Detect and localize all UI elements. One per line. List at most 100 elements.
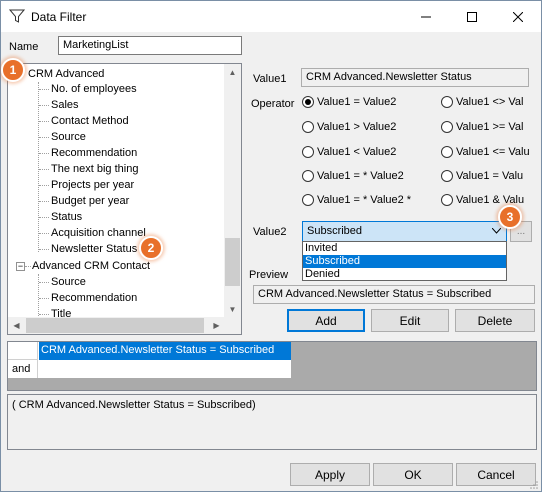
operator-ne-radio[interactable]: Value1 <> Val bbox=[441, 96, 539, 108]
operator-contains-radio[interactable]: Value1 = * Value2 * bbox=[302, 194, 411, 206]
operator-label: Operator bbox=[251, 98, 295, 110]
tree-branch bbox=[39, 298, 49, 299]
radio-icon bbox=[302, 146, 314, 158]
close-icon bbox=[513, 11, 523, 22]
apply-button[interactable]: Apply bbox=[290, 463, 370, 486]
tree-item[interactable]: Budget per year bbox=[51, 193, 129, 209]
collapse-icon[interactable]: − bbox=[16, 262, 25, 271]
window-title: Data Filter bbox=[31, 10, 87, 24]
operator-lt-radio[interactable]: Value1 < Value2 bbox=[302, 146, 396, 158]
tree-branch bbox=[39, 185, 49, 186]
tree-item[interactable]: The next big thing bbox=[51, 161, 138, 177]
filter-row-empty[interactable] bbox=[39, 360, 291, 378]
scrollbar-thumb[interactable] bbox=[26, 318, 204, 333]
scroll-up-icon[interactable]: ▲ bbox=[224, 64, 241, 81]
tree-node-label: CRM Advanced bbox=[28, 68, 105, 80]
scroll-left-icon[interactable]: ◀ bbox=[8, 317, 25, 334]
operator-le-radio[interactable]: Value1 <= Valu bbox=[441, 146, 539, 158]
tree-item[interactable]: Acquisition channel bbox=[51, 225, 146, 241]
resize-grip-icon[interactable] bbox=[529, 480, 539, 490]
option-invited[interactable]: Invited bbox=[303, 242, 506, 255]
expression-box: ( CRM Advanced.Newsletter Status = Subsc… bbox=[7, 394, 537, 450]
filter-icon bbox=[9, 9, 25, 23]
filter-grid[interactable]: CRM Advanced.Newsletter Status = Subscri… bbox=[7, 341, 537, 391]
tree-branch bbox=[39, 233, 49, 234]
operator-ge-radio[interactable]: Value1 >= Val bbox=[441, 121, 539, 133]
tree-node-crm-advanced[interactable]: CRM Advanced bbox=[28, 66, 104, 82]
annotation-badge-2: 2 bbox=[139, 236, 163, 260]
filter-grid-body: CRM Advanced.Newsletter Status = Subscri… bbox=[8, 342, 291, 378]
tree-item-newsletter-status[interactable]: Newsletter Status bbox=[51, 241, 137, 257]
radio-label: Value1 <> Val bbox=[456, 96, 524, 108]
tree-guide-line bbox=[38, 82, 39, 252]
maximize-button[interactable] bbox=[449, 1, 495, 32]
scroll-corner bbox=[224, 317, 241, 334]
preview-label: Preview bbox=[249, 269, 289, 281]
tree-item[interactable]: Recommendation bbox=[51, 290, 137, 306]
filter-row-selected[interactable]: CRM Advanced.Newsletter Status = Subscri… bbox=[39, 342, 291, 360]
edit-button[interactable]: Edit bbox=[371, 309, 449, 332]
minimize-icon bbox=[421, 16, 431, 17]
radio-icon bbox=[302, 121, 314, 133]
radio-label: Value1 = * Value2 * bbox=[317, 194, 412, 206]
minimize-button[interactable] bbox=[403, 1, 449, 32]
tree-item[interactable]: No. of employees bbox=[51, 81, 137, 97]
tree-item[interactable]: Projects per year bbox=[51, 177, 134, 193]
tree-branch bbox=[25, 266, 31, 267]
operator-eq-radio[interactable]: Value1 = Value2 bbox=[302, 96, 396, 108]
scrollbar-thumb[interactable] bbox=[225, 238, 240, 286]
value1-field: CRM Advanced.Newsletter Status bbox=[301, 68, 529, 87]
radio-label: Value1 > Value2 bbox=[317, 121, 397, 133]
radio-label: Value1 >= Val bbox=[456, 121, 524, 133]
radio-label: Value1 <= Valu bbox=[456, 146, 530, 158]
ok-button[interactable]: OK bbox=[373, 463, 453, 486]
tree-branch bbox=[39, 137, 49, 138]
preview-field: CRM Advanced.Newsletter Status = Subscri… bbox=[253, 285, 535, 304]
tree-branch bbox=[39, 314, 49, 315]
value1-label: Value1 bbox=[253, 73, 287, 85]
tree-item[interactable]: Sales bbox=[51, 97, 79, 113]
radio-icon bbox=[441, 194, 453, 206]
tree-branch bbox=[39, 89, 49, 90]
option-denied[interactable]: Denied bbox=[303, 268, 506, 281]
delete-button[interactable]: Delete bbox=[455, 309, 535, 332]
value2-select[interactable]: Subscribed bbox=[302, 221, 507, 242]
tree-item[interactable]: Contact Method bbox=[51, 113, 129, 129]
option-subscribed[interactable]: Subscribed bbox=[303, 255, 506, 268]
field-tree[interactable]: CRM Advanced No. of employees Sales Cont… bbox=[7, 63, 242, 335]
scroll-down-icon[interactable]: ▼ bbox=[224, 301, 241, 318]
operator-gt-radio[interactable]: Value1 > Value2 bbox=[302, 121, 396, 133]
operator-endswith-radio[interactable]: Value1 = * Value2 bbox=[302, 170, 404, 182]
radio-label: Value1 = Value2 bbox=[317, 96, 397, 108]
tree-guide-line bbox=[38, 274, 39, 318]
annotation-badge-1: 1 bbox=[1, 58, 25, 82]
cancel-button[interactable]: Cancel bbox=[456, 463, 536, 486]
scroll-right-icon[interactable]: ▶ bbox=[208, 317, 225, 334]
tree-node-label: Advanced CRM Contact bbox=[32, 260, 150, 272]
value2-selected: Subscribed bbox=[307, 225, 363, 237]
tree-branch bbox=[39, 201, 49, 202]
tree-node-advanced-crm-contact[interactable]: Advanced CRM Contact bbox=[32, 258, 150, 274]
data-filter-window: Data Filter Name MarketingList CRM Advan… bbox=[0, 0, 542, 492]
chevron-down-icon bbox=[492, 228, 501, 234]
tree-item[interactable]: Source bbox=[51, 129, 86, 145]
grid-cell-and[interactable]: and bbox=[8, 360, 38, 378]
tree-branch bbox=[39, 217, 49, 218]
tree-item[interactable]: Source bbox=[51, 274, 86, 290]
tree-horizontal-scrollbar[interactable]: ◀ ▶ bbox=[8, 317, 225, 334]
radio-selected-icon bbox=[302, 96, 314, 108]
footer-bar: Apply OK Cancel bbox=[1, 456, 541, 492]
tree-vertical-scrollbar[interactable]: ▲ ▼ bbox=[224, 64, 241, 318]
name-input[interactable]: MarketingList bbox=[58, 36, 242, 55]
tree-branch bbox=[39, 282, 49, 283]
operator-eqvalu-radio[interactable]: Value1 = Valu bbox=[441, 170, 539, 182]
operator-and-radio[interactable]: Value1 & Valu bbox=[441, 194, 539, 206]
tree-item[interactable]: Status bbox=[51, 209, 82, 225]
add-button[interactable]: Add bbox=[287, 309, 365, 332]
value2-dropdown-list[interactable]: Invited Subscribed Denied bbox=[302, 241, 507, 281]
value2-label: Value2 bbox=[253, 226, 287, 238]
tree-item[interactable]: Recommendation bbox=[51, 145, 137, 161]
close-button[interactable] bbox=[495, 1, 541, 32]
radio-icon bbox=[302, 170, 314, 182]
radio-icon bbox=[302, 194, 314, 206]
